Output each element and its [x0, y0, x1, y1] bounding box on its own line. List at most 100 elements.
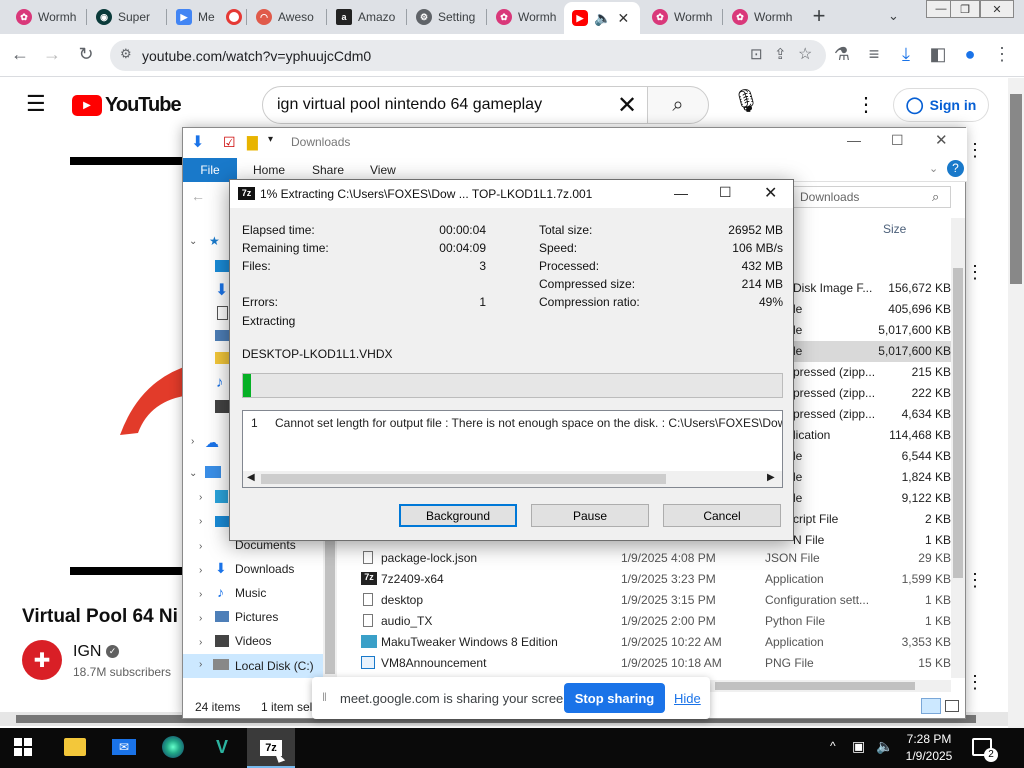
table-row[interactable]: pressed (zipp... 222 KB — [793, 383, 951, 404]
close-button[interactable]: ✕ — [764, 183, 777, 203]
reload-icon[interactable]: ↻ — [74, 44, 98, 65]
tab-awesome[interactable]: ◠ Aweso — [248, 4, 324, 30]
scroll-thumb[interactable] — [261, 474, 666, 484]
table-row[interactable]: cript File 2 KB — [793, 509, 951, 530]
youtube-search-input[interactable]: ign virtual pool nintendo 64 gameplay ✕ — [262, 86, 648, 124]
error-list[interactable]: 1 Cannot set length for output file : Th… — [242, 410, 783, 488]
hamburger-menu-icon[interactable]: ☰ — [26, 93, 46, 115]
minimize-button[interactable]: — — [674, 185, 688, 201]
expand-icon[interactable]: › — [199, 565, 202, 576]
nav-pictures[interactable]: › Pictures — [199, 610, 323, 630]
expand-icon[interactable]: ⌄ — [189, 468, 197, 479]
restore-button[interactable]: ❐ — [950, 0, 980, 18]
details-view-icon[interactable] — [921, 698, 941, 714]
more-icon[interactable]: ⋮ — [966, 570, 984, 591]
windows-start-icon[interactable] — [14, 738, 32, 756]
back-icon[interactable]: ← — [8, 44, 32, 65]
table-row[interactable]: le 6,544 KB — [793, 446, 951, 467]
table-row-selected[interactable]: le 5,017,600 KB — [793, 341, 951, 362]
tab-wormhole-4[interactable]: ✿ Wormh — [724, 4, 800, 30]
maximize-button[interactable]: ☐ — [891, 132, 904, 149]
nav-local-disk[interactable]: › Local Disk (C:) — [183, 654, 323, 678]
properties-icon[interactable]: ☑ — [223, 134, 236, 151]
close-window-button[interactable]: ✕ — [980, 0, 1014, 18]
tab-youtube-active[interactable]: ▶ 🔈 ✕ — [564, 2, 640, 34]
drag-handle-icon[interactable]: ‖ — [322, 690, 327, 704]
nav-music[interactable]: › ♪ Music — [199, 584, 323, 606]
clear-search-icon[interactable]: ✕ — [617, 91, 637, 120]
column-header-size[interactable]: Size — [883, 222, 906, 236]
file-explorer-taskbar-icon[interactable] — [64, 738, 86, 756]
speaker-icon[interactable]: 🔈 — [594, 10, 611, 27]
tab-search-chevron-icon[interactable]: ⌄ — [888, 8, 899, 24]
table-row[interactable]: le 1,824 KB — [793, 467, 951, 488]
error-list-hscrollbar[interactable]: ◀ ▶ — [243, 471, 782, 487]
scroll-left-icon[interactable]: ◀ — [247, 472, 255, 483]
profile-icon[interactable]: ● — [958, 44, 982, 65]
channel-avatar[interactable]: ✚ — [22, 640, 62, 680]
tab-wormhole-2[interactable]: ✿ Wormh — [488, 4, 564, 30]
more-icon[interactable]: ⋮ — [966, 672, 984, 693]
table-row[interactable]: package-lock.json 1/9/2025 4:08 PM JSON Fi… — [359, 548, 951, 569]
tab-super[interactable]: ◉ Super — [88, 4, 164, 30]
table-row[interactable]: desktop 1/9/2025 3:15 PM Configuration set… — [359, 590, 951, 611]
more-icon[interactable]: ⋮ — [966, 140, 984, 161]
clock-date[interactable]: 1/9/2025 — [904, 749, 954, 763]
labs-flask-icon[interactable]: ⚗ — [830, 44, 854, 65]
close-tab-icon[interactable]: ✕ — [617, 10, 629, 27]
scroll-thumb[interactable] — [1010, 94, 1022, 284]
ribbon-tab-share[interactable]: Share — [312, 163, 344, 177]
app-taskbar-icon[interactable]: V — [210, 737, 234, 757]
new-folder-icon[interactable]: ▇ — [247, 134, 258, 151]
pause-button[interactable]: Pause — [531, 504, 649, 527]
forward-icon[interactable]: → — [40, 44, 64, 65]
media-control-icon[interactable]: ≡ — [862, 44, 886, 65]
clock-time[interactable]: 7:28 PM — [904, 732, 954, 746]
table-row[interactable]: pressed (zipp... 4,634 KB — [793, 404, 951, 425]
large-icons-view-icon[interactable] — [945, 700, 959, 712]
table-row[interactable]: 7z 7z2409-x64 1/9/2025 3:23 PM Application 1… — [359, 569, 951, 590]
file-list-scrollbar[interactable] — [951, 218, 965, 678]
expand-icon[interactable]: › — [199, 516, 202, 527]
side-panel-icon[interactable]: ◧ — [926, 44, 950, 65]
expand-icon[interactable]: › — [199, 613, 202, 624]
mail-taskbar-icon[interactable]: ✉ — [112, 739, 136, 755]
search-button[interactable]: ⌕ — [647, 86, 709, 124]
background-button[interactable]: Background — [399, 504, 517, 527]
table-row[interactable]: lication 114,468 KB — [793, 425, 951, 446]
back-icon[interactable]: ← — [191, 188, 205, 204]
help-icon[interactable]: ? — [947, 160, 964, 177]
table-row[interactable]: Disk Image F... 156,672 KB — [793, 278, 951, 299]
table-row[interactable]: pressed (zipp... 215 KB — [793, 362, 951, 383]
share-icon[interactable]: ⇪ — [774, 45, 787, 63]
table-row[interactable]: VM8Announcement 1/9/2025 10:18 AM PNG File… — [359, 653, 951, 674]
video-player[interactable] — [70, 157, 190, 575]
maximize-button[interactable]: ☐ — [719, 184, 732, 201]
tab-wormhole-1[interactable]: ✿ Wormh — [8, 4, 84, 30]
sign-in-button[interactable]: ◯ Sign in — [893, 88, 989, 122]
menu-icon[interactable]: ⋮ — [990, 44, 1014, 65]
table-row[interactable]: le 9,122 KB — [793, 488, 951, 509]
page-scrollbar[interactable] — [1008, 78, 1024, 728]
voice-search-icon[interactable]: 🎙 — [732, 88, 760, 122]
7zip-taskbar-button[interactable]: 7z — [247, 728, 295, 768]
new-tab-button[interactable]: + — [808, 5, 830, 27]
network-icon[interactable]: ▣ — [852, 738, 865, 755]
minimize-button[interactable]: — — [847, 132, 861, 148]
tab-settings[interactable]: ⚙ Setting — [408, 4, 484, 30]
table-row[interactable]: audio_TX 1/9/2025 2:00 PM Python File 1 KB — [359, 611, 951, 632]
expand-icon[interactable]: › — [199, 637, 202, 648]
expand-icon[interactable]: › — [199, 492, 202, 503]
expand-icon[interactable]: › — [199, 659, 202, 670]
downloads-icon[interactable]: ⤓ — [894, 44, 918, 65]
close-button[interactable]: ✕ — [935, 131, 948, 149]
table-row[interactable]: le 5,017,600 KB — [793, 320, 951, 341]
cancel-button[interactable]: Cancel — [663, 504, 781, 527]
expand-icon[interactable]: ⌄ — [189, 236, 197, 247]
expand-icon[interactable]: › — [191, 436, 194, 447]
nav-documents[interactable]: › Documents — [199, 538, 323, 558]
expand-icon[interactable]: › — [199, 589, 202, 600]
volume-icon[interactable]: 🔈 — [876, 738, 893, 755]
ribbon-expand-icon[interactable]: ⌄ — [929, 162, 938, 175]
site-info-icon[interactable]: ⚙ — [120, 46, 132, 62]
